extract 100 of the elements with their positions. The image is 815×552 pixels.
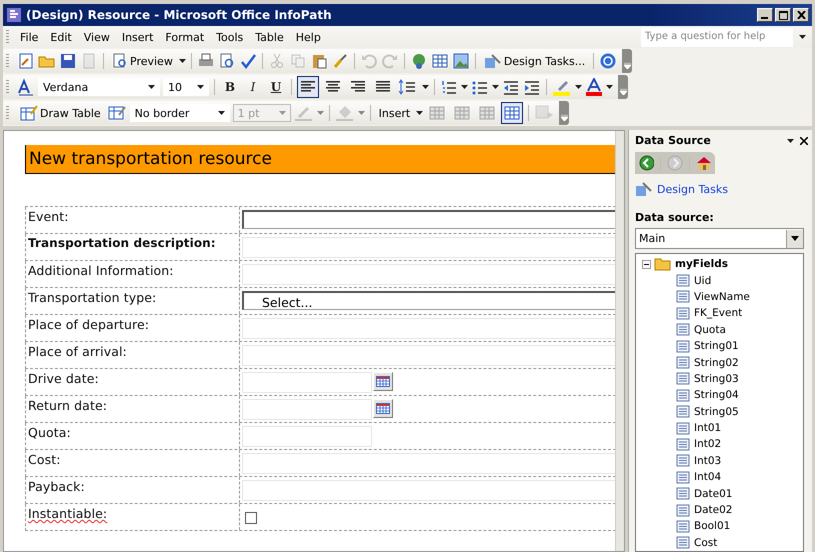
date-field[interactable]	[242, 372, 372, 393]
help-icon[interactable]	[599, 52, 618, 70]
checkbox[interactable]	[245, 512, 257, 524]
field-icon	[676, 372, 690, 386]
tree-item[interactable]: Quota	[694, 324, 726, 336]
font-size-dropdown[interactable]: 10	[163, 78, 209, 96]
caret-icon[interactable]	[787, 138, 794, 142]
tree-item[interactable]: String05	[694, 406, 739, 418]
table-grid-button[interactable]	[501, 102, 524, 124]
text-field[interactable]	[242, 345, 616, 366]
tree-item[interactable]: ViewName	[694, 290, 750, 303]
toolbar-grip[interactable]	[6, 54, 9, 68]
field-label: Additional Information:	[28, 263, 174, 278]
calendar-button[interactable]	[373, 399, 393, 418]
toolbar-grip[interactable]	[6, 30, 9, 44]
preview-button[interactable]: Preview	[109, 51, 176, 71]
caret-icon	[148, 85, 155, 89]
toolbar-grip[interactable]	[6, 80, 9, 94]
bold-button[interactable]: B	[220, 77, 240, 97]
table-icon[interactable]	[430, 52, 449, 70]
border-icon[interactable]	[106, 104, 127, 122]
dropdown-field[interactable]	[242, 210, 616, 229]
caret-icon[interactable]	[461, 85, 468, 89]
field-label: Cost:	[28, 452, 61, 467]
toolbar-options-icon[interactable]	[559, 101, 570, 125]
text-field[interactable]	[242, 480, 616, 501]
toolbar-grip[interactable]	[6, 106, 9, 120]
tree-item[interactable]: Date01	[694, 488, 732, 500]
date-field[interactable]	[242, 399, 372, 420]
toolbar-options-icon[interactable]	[622, 49, 632, 73]
tree-item[interactable]: Cost	[694, 536, 718, 549]
caret-icon[interactable]	[416, 111, 424, 115]
insert-button[interactable]: Insert	[376, 104, 414, 122]
text-field[interactable]	[242, 453, 616, 474]
font-color-icon[interactable]	[585, 78, 603, 96]
tree-item[interactable]: Int03	[694, 454, 722, 467]
text-field[interactable]	[242, 426, 372, 447]
menu-item[interactable]: Help	[290, 30, 327, 44]
caret-icon[interactable]	[492, 85, 499, 89]
calendar-button[interactable]	[373, 372, 393, 391]
tree-item[interactable]: Uid	[694, 274, 712, 287]
collapse-toggle[interactable]	[642, 260, 651, 269]
caret-icon[interactable]	[799, 35, 806, 39]
caret-icon[interactable]	[422, 85, 429, 89]
underline-button[interactable]: U	[266, 77, 286, 97]
text-field[interactable]	[242, 318, 616, 339]
tree-item[interactable]: Int01	[694, 422, 722, 434]
dropdown-field[interactable]: Select...	[242, 291, 616, 310]
print-preview-icon[interactable]	[218, 52, 236, 70]
home-icon[interactable]	[696, 155, 711, 171]
caret-icon[interactable]	[575, 85, 582, 89]
numbered-list-icon[interactable]	[440, 78, 458, 96]
caret-icon[interactable]	[178, 59, 186, 63]
toolbar-options-icon[interactable]	[618, 75, 628, 99]
tree-item[interactable]: Date02	[694, 504, 732, 516]
minimize-button[interactable]	[757, 8, 773, 22]
save-icon[interactable]	[59, 52, 77, 70]
tree-item[interactable]: Int02	[694, 438, 722, 450]
maximize-button[interactable]	[775, 8, 791, 22]
menu-item[interactable]: Tools	[210, 30, 250, 44]
caret-icon	[218, 111, 225, 115]
scrollbar[interactable]	[615, 131, 624, 551]
tree-item[interactable]: Bool01	[694, 520, 730, 532]
italic-button[interactable]: I	[243, 77, 263, 97]
picture-icon[interactable]	[452, 52, 470, 70]
design-tasks-link[interactable]: Design Tasks	[657, 182, 728, 196]
spelling-check-icon[interactable]	[238, 52, 257, 70]
tree-item[interactable]: String02	[694, 356, 739, 368]
tree-item[interactable]: String03	[694, 372, 739, 385]
menu-item[interactable]: Table	[249, 30, 290, 44]
draw-table-button[interactable]: Draw Table	[17, 103, 104, 123]
alignment-icon	[376, 81, 390, 93]
menu-item[interactable]: Edit	[44, 30, 78, 44]
font-name-dropdown[interactable]: Verdana	[38, 78, 160, 96]
tree-item[interactable]: String04	[694, 389, 739, 402]
design-tasks-button[interactable]: Design Tasks...	[480, 51, 588, 71]
field-label: Return date:	[28, 398, 108, 413]
text-field[interactable]	[242, 237, 616, 258]
new-document-icon[interactable]	[17, 52, 35, 70]
align-left-button[interactable]	[297, 76, 319, 98]
text-field[interactable]	[242, 264, 616, 285]
grid-icon	[429, 106, 446, 120]
menu-item[interactable]: Insert	[116, 30, 160, 44]
back-icon[interactable]	[639, 155, 654, 171]
menu-item[interactable]: File	[14, 30, 44, 44]
menu-item[interactable]: Format	[159, 30, 210, 44]
alignment-icon	[326, 81, 340, 93]
field-icon	[676, 438, 690, 451]
tree-item[interactable]: myFields	[675, 258, 728, 270]
alignment-icon	[301, 81, 315, 93]
caret-icon[interactable]	[606, 85, 613, 89]
menu-item[interactable]: View	[78, 30, 116, 44]
tree-item[interactable]: FK_Event	[694, 307, 742, 320]
border-style-dropdown[interactable]: No border	[130, 104, 230, 122]
help-search-field[interactable]: Type a question for help	[641, 28, 793, 46]
tree-item[interactable]: Int04	[694, 471, 722, 484]
close-button[interactable]	[800, 136, 808, 144]
data-source-dropdown[interactable]: Main	[635, 228, 804, 250]
tree-item[interactable]: String01	[694, 340, 739, 352]
styles-icon[interactable]	[17, 78, 35, 96]
